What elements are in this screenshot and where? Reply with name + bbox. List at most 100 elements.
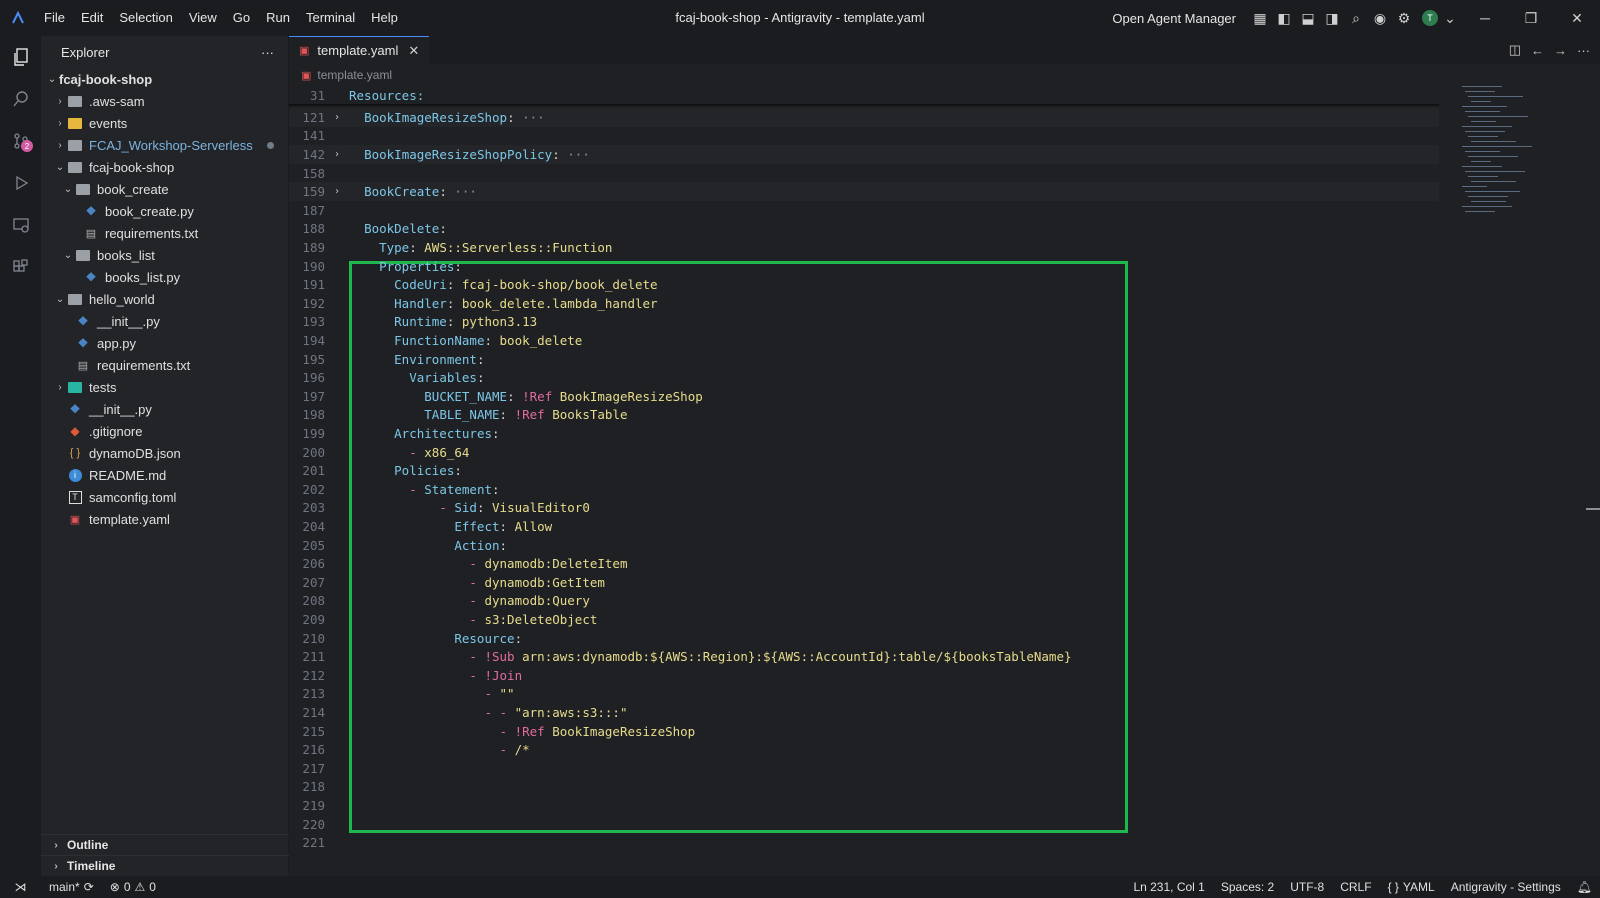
code-line[interactable]: 210 Resource: — [289, 629, 1439, 648]
fold-chevron-icon[interactable]: › — [325, 112, 349, 123]
code-line[interactable]: 192 Handler: book_delete.lambda_handler — [289, 294, 1439, 313]
code-line[interactable]: 189 Type: AWS::Serverless::Function — [289, 238, 1439, 257]
code-line[interactable]: 195 Environment: — [289, 350, 1439, 369]
encoding[interactable]: UTF-8 — [1282, 880, 1332, 894]
code-line[interactable]: 212 - !Join — [289, 666, 1439, 685]
remote-explorer-icon[interactable] — [0, 204, 41, 246]
tree-item[interactable]: ◆ .gitignore — [41, 420, 288, 442]
settings-indicator[interactable]: Antigravity - Settings — [1443, 880, 1569, 894]
code-line[interactable]: 211 - !Sub arn:aws:dynamodb:${AWS::Regio… — [289, 647, 1439, 666]
code-line[interactable]: 207 - dynamodb:GetItem — [289, 573, 1439, 592]
more-actions-icon[interactable]: ··· — [1577, 43, 1590, 58]
tree-item[interactable]: ❖ book_create.py — [41, 200, 288, 222]
tree-item[interactable]: › events — [41, 112, 288, 134]
notifications-icon[interactable]: 🔔︎ — [1569, 880, 1600, 894]
breadcrumb-file[interactable]: template.yaml — [317, 68, 392, 82]
tree-item[interactable]: ⌄ book_create — [41, 178, 288, 200]
close-icon[interactable]: ✕ — [408, 43, 419, 59]
source-control-icon[interactable]: 2 — [0, 120, 41, 162]
code-line[interactable]: 219 — [289, 796, 1439, 815]
go-back-icon[interactable]: ← — [1531, 43, 1544, 58]
menu-item-run[interactable]: Run — [258, 0, 298, 36]
search-icon[interactable] — [0, 78, 41, 120]
tree-item[interactable]: ⌄ hello_world — [41, 288, 288, 310]
code-line[interactable]: 197 BUCKET_NAME: !Ref BookImageResizeSho… — [289, 387, 1439, 406]
restore-button[interactable]: ❐ — [1508, 0, 1554, 36]
more-actions-icon[interactable]: ··· — [261, 45, 274, 60]
sticky-scroll-line[interactable]: 31 Resources: — [289, 86, 1439, 105]
menu-item-go[interactable]: Go — [225, 0, 258, 36]
code-line[interactable]: 205 Action: — [289, 536, 1439, 555]
fold-chevron-icon[interactable]: › — [325, 149, 349, 160]
breadcrumb[interactable]: ▣ template.yaml — [289, 64, 1600, 86]
tree-item[interactable]: › tests — [41, 376, 288, 398]
code-line[interactable]: 191 CodeUri: fcaj-book-shop/book_delete — [289, 275, 1439, 294]
code-line[interactable]: 188 BookDelete: — [289, 220, 1439, 239]
code-line[interactable]: 204 Effect: Allow — [289, 517, 1439, 536]
fold-chevron-icon[interactable]: › — [325, 186, 349, 197]
toggle-panel-icon[interactable]: ⬓ — [1296, 6, 1320, 30]
run-debug-icon[interactable] — [0, 162, 41, 204]
tree-item[interactable]: Tsamconfig.toml — [41, 486, 288, 508]
tree-item[interactable]: ▤ requirements.txt — [41, 222, 288, 244]
code-line[interactable]: 203 - Sid: VisualEditor0 — [289, 499, 1439, 518]
customize-layout-icon[interactable]: ▦ — [1248, 6, 1272, 30]
code-line[interactable]: 202 - Statement: — [289, 480, 1439, 499]
cursor-position[interactable]: Ln 231, Col 1 — [1125, 880, 1212, 894]
tree-item[interactable]: › .aws-sam — [41, 90, 288, 112]
code-line[interactable]: 209 - s3:DeleteObject — [289, 610, 1439, 629]
tree-item[interactable]: ⌄ fcaj-book-shop — [41, 156, 288, 178]
menu-item-terminal[interactable]: Terminal — [298, 0, 363, 36]
remote-indicator-icon[interactable]: ⋊ — [0, 880, 41, 894]
tree-item[interactable]: › FCAJ_Workshop-Serverless — [41, 134, 288, 156]
code-line[interactable]: 214 - - "arn:aws:s3:::" — [289, 703, 1439, 722]
chevron-down-icon[interactable]: ⌄ — [1438, 6, 1462, 30]
code-line[interactable]: 216 - /* — [289, 740, 1439, 759]
indentation[interactable]: Spaces: 2 — [1213, 880, 1282, 894]
tab-template-yaml[interactable]: ▣ template.yaml ✕ — [289, 36, 430, 64]
scrollbar-thumb[interactable] — [1586, 508, 1600, 510]
menu-item-edit[interactable]: Edit — [73, 0, 111, 36]
menu-item-help[interactable]: Help — [363, 0, 406, 36]
explorer-icon[interactable] — [0, 36, 41, 78]
code-line[interactable]: 213 - "" — [289, 685, 1439, 704]
code-line[interactable]: 218 — [289, 778, 1439, 797]
tree-item[interactable]: ❖ __init__.py — [41, 310, 288, 332]
tree-item[interactable]: { } dynamoDB.json — [41, 442, 288, 464]
go-forward-icon[interactable]: → — [1554, 43, 1567, 58]
tree-item[interactable]: ❖ books_list.py — [41, 266, 288, 288]
code-line[interactable]: 220 — [289, 815, 1439, 834]
code-line[interactable]: 198 TABLE_NAME: !Ref BooksTable — [289, 406, 1439, 425]
code-line[interactable]: 208 - dynamodb:Query — [289, 592, 1439, 611]
code-line[interactable]: 217 — [289, 759, 1439, 778]
tree-item[interactable]: ⌄ books_list — [41, 244, 288, 266]
menu-item-file[interactable]: File — [36, 0, 73, 36]
extensions-icon[interactable] — [0, 246, 41, 288]
tree-root[interactable]: ⌄ fcaj-book-shop — [41, 68, 288, 90]
tree-item[interactable]: ❖ __init__.py — [41, 398, 288, 420]
outline-section[interactable]: › Outline — [41, 834, 289, 855]
code-line[interactable]: 121 › BookImageResizeShop: ··· — [289, 108, 1439, 127]
avatar[interactable]: T — [1422, 10, 1438, 26]
close-button[interactable]: ✕ — [1554, 0, 1600, 36]
code-line[interactable]: 221 — [289, 833, 1439, 852]
code-line[interactable]: 201 Policies: — [289, 461, 1439, 480]
minimap[interactable] — [1462, 86, 1582, 236]
code-line[interactable]: 215 - !Ref BookImageResizeShop — [289, 722, 1439, 741]
code-line[interactable]: 193 Runtime: python3.13 — [289, 313, 1439, 332]
menu-item-view[interactable]: View — [181, 0, 225, 36]
search-icon[interactable]: ⌕ — [1344, 6, 1368, 30]
end-of-line[interactable]: CRLF — [1332, 880, 1379, 894]
code-line[interactable]: 142 › BookImageResizeShopPolicy: ··· — [289, 145, 1439, 164]
code-line[interactable]: 200 - x86_64 — [289, 443, 1439, 462]
menu-item-selection[interactable]: Selection — [111, 0, 180, 36]
gear-icon[interactable]: ⚙ — [1392, 6, 1416, 30]
language-mode[interactable]: { } YAML — [1380, 880, 1443, 894]
split-editor-icon[interactable]: ◫ — [1509, 42, 1521, 58]
code-line[interactable]: 187 — [289, 201, 1439, 220]
toggle-secondary-sidebar-icon[interactable]: ◨ — [1320, 6, 1344, 30]
code-line[interactable]: 158 — [289, 164, 1439, 183]
code-line[interactable]: 190 Properties: — [289, 257, 1439, 276]
code-line[interactable]: 194 FunctionName: book_delete — [289, 331, 1439, 350]
code-line[interactable]: 141 — [289, 127, 1439, 146]
